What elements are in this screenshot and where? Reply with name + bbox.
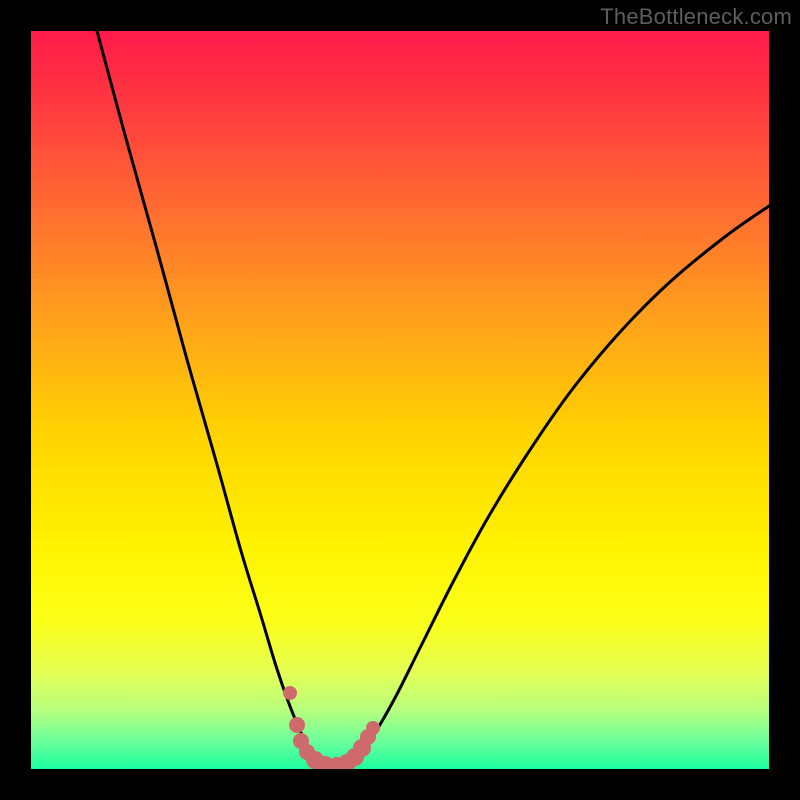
minimum-dot: [366, 721, 380, 735]
curve-minimum-dots: [31, 31, 769, 769]
watermark-text: TheBottleneck.com: [600, 4, 792, 30]
minimum-dot: [283, 686, 297, 700]
chart-frame: [31, 31, 769, 769]
minimum-dot: [289, 717, 305, 733]
